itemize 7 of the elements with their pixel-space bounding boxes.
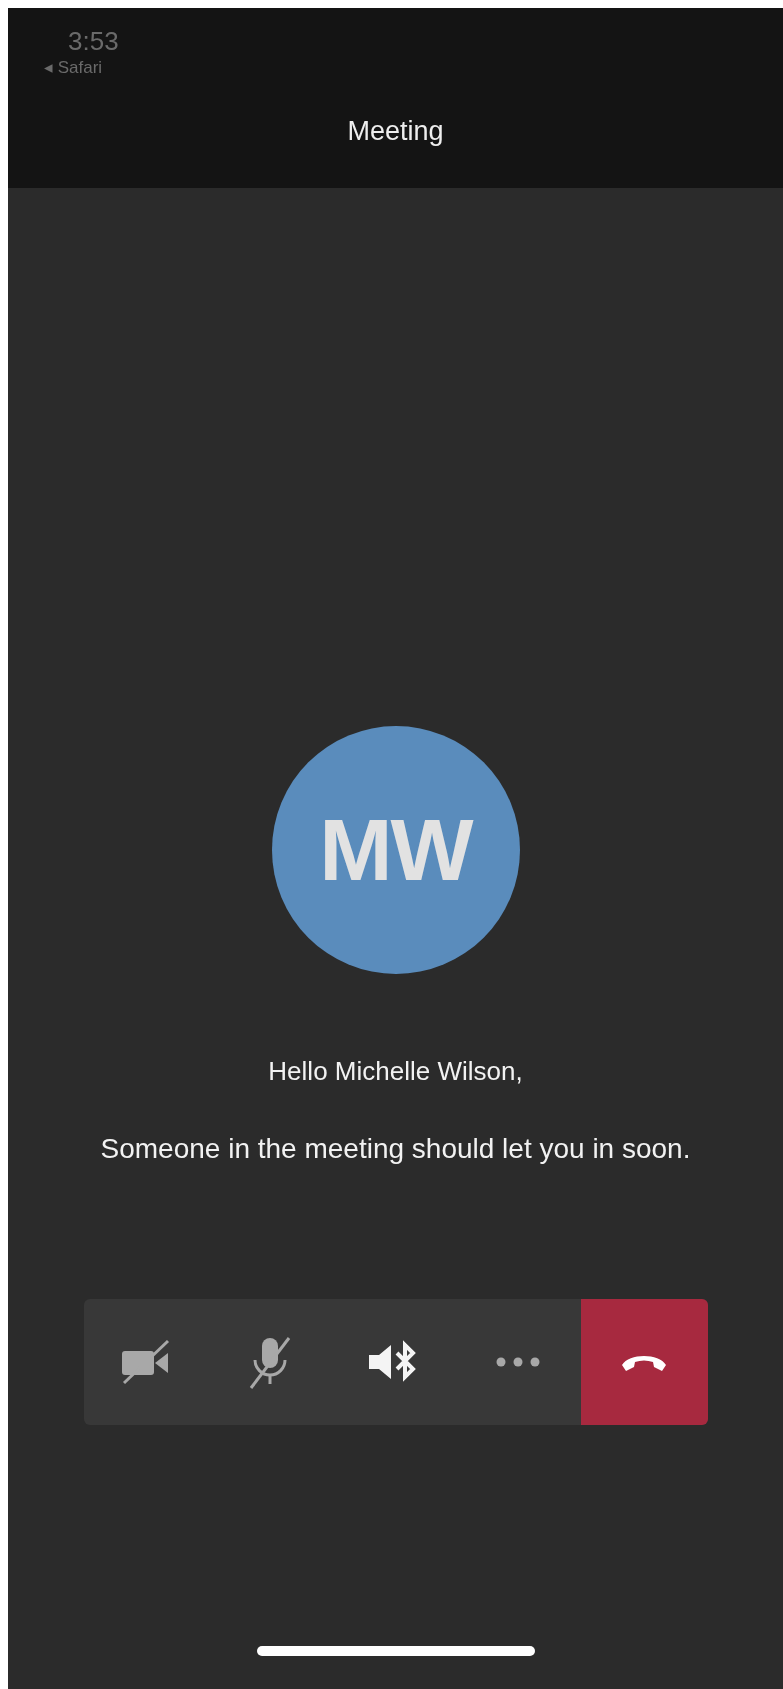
lobby-message: Someone in the meeting should let you in soon. xyxy=(99,1132,692,1166)
more-icon xyxy=(496,1357,541,1367)
avatar: MW xyxy=(271,726,520,974)
status-time: 3:53 xyxy=(68,26,119,57)
greeting-text: Hello Michelle Wilson, xyxy=(268,1056,523,1087)
window-title: Meeting xyxy=(346,116,445,147)
back-link[interactable]: ◂ Safari xyxy=(44,57,119,78)
